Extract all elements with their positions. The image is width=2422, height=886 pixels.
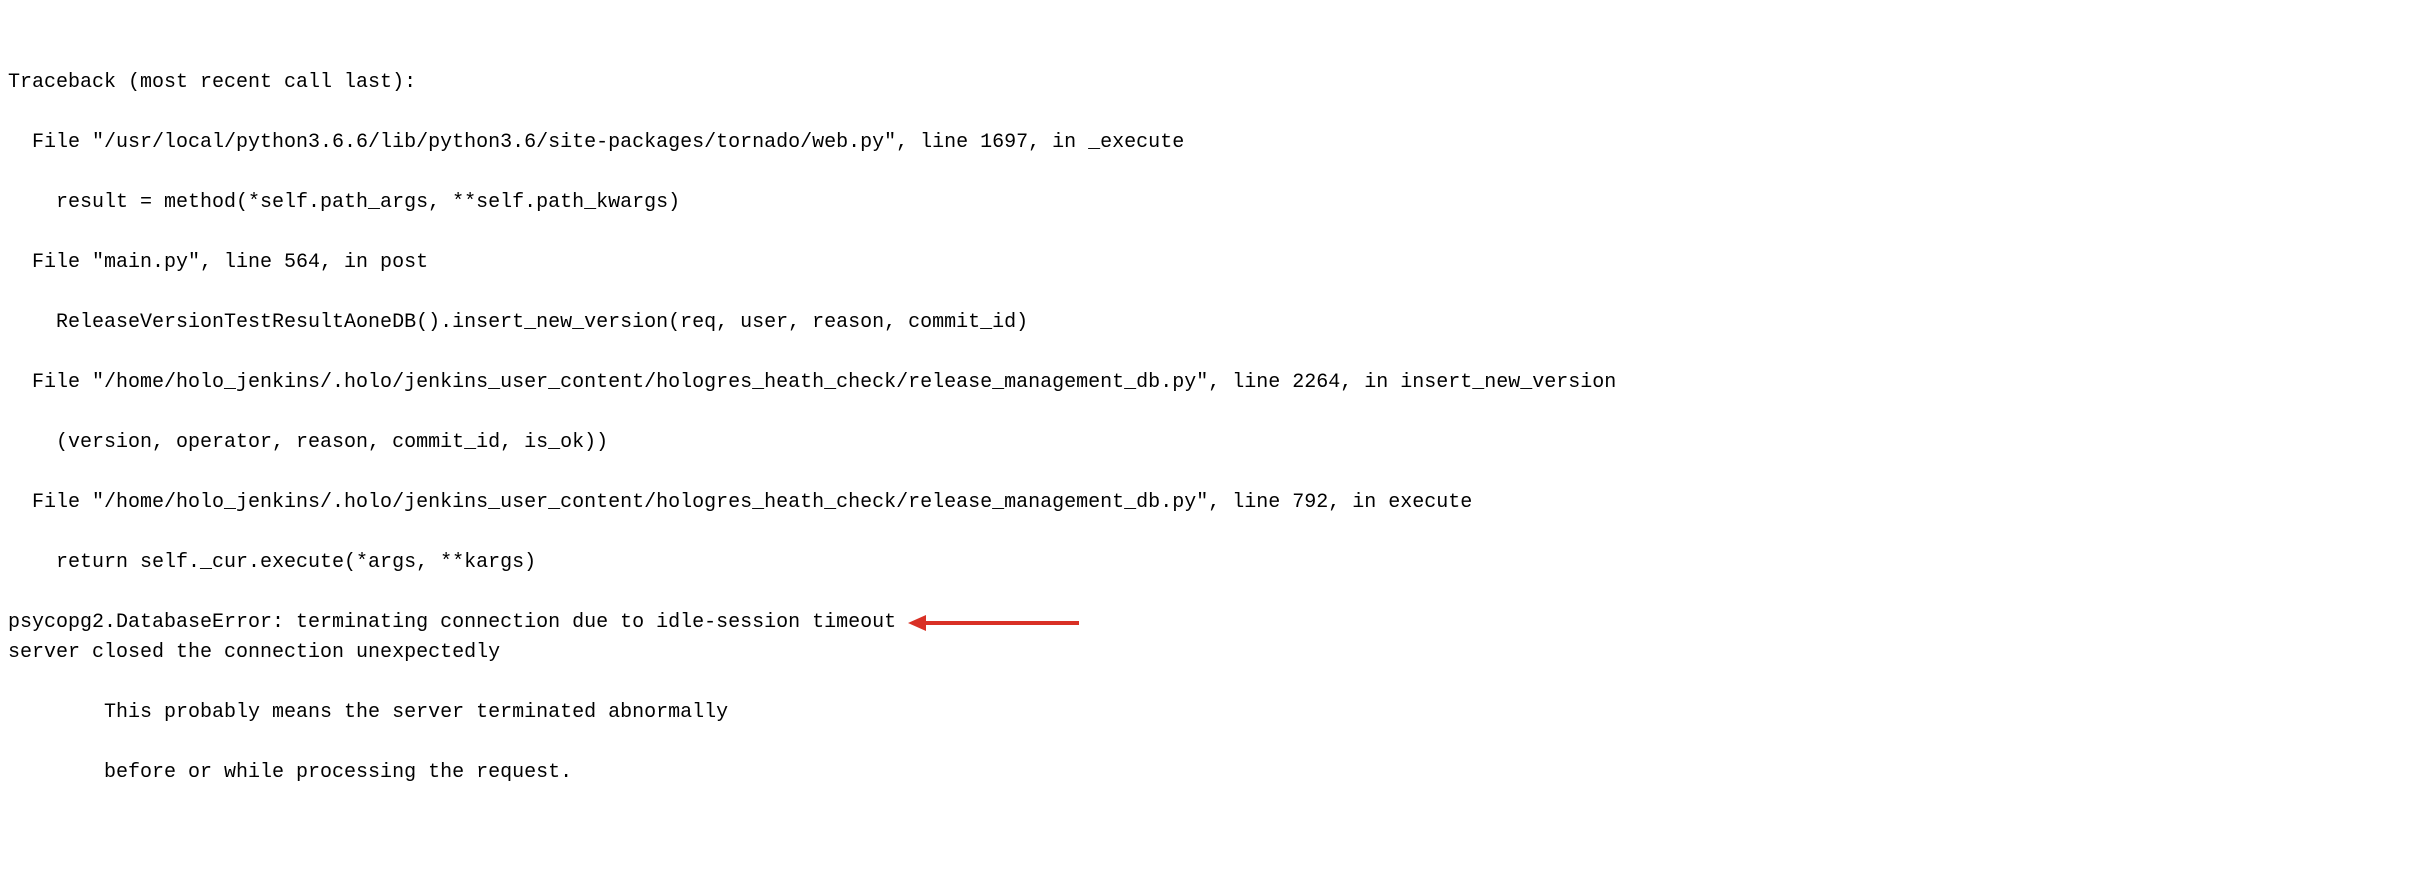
traceback-line: File "/home/holo_jenkins/.holo/jenkins_u…: [8, 488, 2414, 518]
error-line-wrap: psycopg2.DatabaseError: terminating conn…: [8, 608, 1084, 638]
traceback-line: result = method(*self.path_args, **self.…: [8, 188, 2414, 218]
traceback-line: Traceback (most recent call last):: [8, 68, 2414, 98]
error-line: psycopg2.DatabaseError: terminating conn…: [8, 608, 896, 638]
traceback-line: return self._cur.execute(*args, **kargs): [8, 548, 2414, 578]
traceback-line: This probably means the server terminate…: [8, 698, 2414, 728]
traceback-line: File "/usr/local/python3.6.6/lib/python3…: [8, 128, 2414, 158]
traceback-line: ReleaseVersionTestResultAoneDB().insert_…: [8, 308, 2414, 338]
annotation-arrow-icon: [904, 611, 1084, 635]
traceback-line: File "/home/holo_jenkins/.holo/jenkins_u…: [8, 368, 2414, 398]
traceback-line: File "main.py", line 564, in post: [8, 248, 2414, 278]
traceback-line: server closed the connection unexpectedl…: [8, 638, 2414, 668]
traceback-line: (version, operator, reason, commit_id, i…: [8, 428, 2414, 458]
traceback-line: before or while processing the request.: [8, 758, 2414, 788]
